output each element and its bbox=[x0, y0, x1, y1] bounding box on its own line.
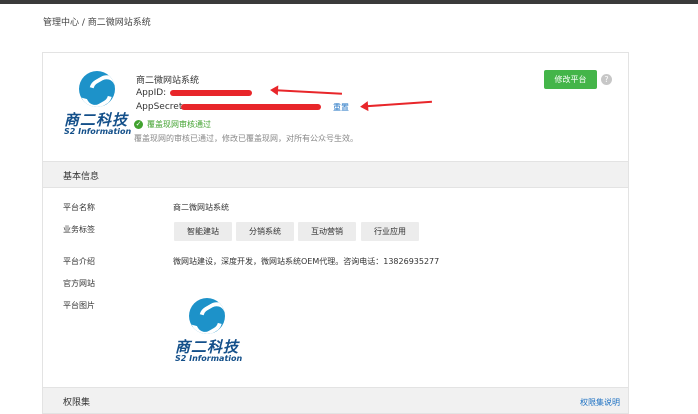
company-logo bbox=[79, 71, 115, 107]
platform-image-en-text: S2 Information bbox=[175, 354, 243, 363]
check-icon: ✓ bbox=[134, 120, 143, 129]
business-tags-label: 业务标签 bbox=[63, 225, 95, 234]
platform-name-value: 商二微网站系统 bbox=[173, 203, 229, 212]
tag-item: 智能建站 bbox=[174, 222, 232, 241]
annotation-arrow-icon bbox=[275, 89, 343, 95]
permissions-header: 权限集 权限集说明 bbox=[43, 387, 628, 414]
tag-item: 分销系统 bbox=[236, 222, 294, 241]
edit-platform-button[interactable]: 修改平台 bbox=[544, 70, 597, 89]
app-name: 商二微网站系统 bbox=[136, 76, 200, 86]
logo-en-text: S2 Information bbox=[64, 127, 132, 136]
tag-item: 行业应用 bbox=[361, 222, 419, 241]
reset-secret-link[interactable]: 重置 bbox=[333, 102, 349, 113]
question-icon[interactable]: ? bbox=[601, 74, 612, 85]
intro-label: 平台介绍 bbox=[63, 257, 95, 266]
logo-s-icon bbox=[189, 298, 225, 334]
app-id-redaction bbox=[170, 90, 252, 96]
verify-status: ✓ 覆盖现网审核通过 bbox=[134, 119, 211, 130]
intro-value: 微网站建设，深度开发，微网站系统OEM代理。咨询电话：13826935277 bbox=[173, 257, 440, 266]
basic-info-title: 基本信息 bbox=[63, 172, 100, 182]
website-label: 官方网站 bbox=[63, 279, 95, 288]
top-bar bbox=[0, 0, 698, 4]
app-id-label: AppID: bbox=[136, 88, 167, 98]
permissions-title: 权限集 bbox=[63, 398, 91, 408]
verify-note: 覆盖现网的审核已通过，修改已覆盖现网，对所有公众号生效。 bbox=[134, 134, 358, 143]
breadcrumb: 管理中心 / 商二微网站系统 bbox=[43, 18, 151, 28]
app-secret-redaction bbox=[181, 104, 321, 110]
platform-detail-panel: 商二科技 S2 Information 商二微网站系统 AppID: AppSe… bbox=[42, 52, 629, 414]
app-secret-label: AppSecret: bbox=[136, 102, 186, 112]
basic-info-header: 基本信息 bbox=[43, 161, 628, 188]
platform-image-label: 平台图片 bbox=[63, 301, 95, 310]
platform-image bbox=[189, 298, 225, 334]
platform-name-label: 平台名称 bbox=[63, 203, 95, 212]
annotation-arrow-icon bbox=[366, 100, 432, 108]
logo-s-icon bbox=[79, 71, 115, 107]
tag-item: 互动营销 bbox=[298, 222, 356, 241]
permissions-help-link[interactable]: 权限集说明 bbox=[580, 397, 620, 408]
verify-status-text: 覆盖现网审核通过 bbox=[147, 120, 211, 129]
